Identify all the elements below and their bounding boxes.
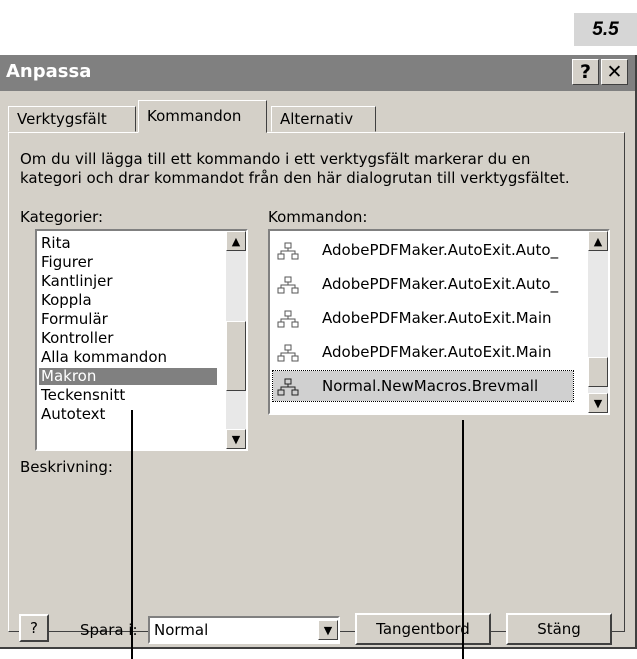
command-label: AdobePDFMaker.AutoExit.Auto_ [322,241,559,259]
scroll-up-icon[interactable]: ▲ [588,231,608,251]
scroll-up-icon[interactable]: ▲ [226,231,246,251]
macro-icon [277,276,299,294]
category-item[interactable]: Autotext [39,406,217,423]
close-dialog-button[interactable]: Stäng [506,613,612,645]
category-item[interactable]: Teckensnitt [39,387,217,404]
scroll-down-icon[interactable]: ▼ [588,393,608,413]
instructions-line-1: Om du vill lägga till ett kommando i ett… [20,150,531,168]
command-label: AdobePDFMaker.AutoExit.Main [322,309,552,327]
command-label: AdobePDFMaker.AutoExit.Main [322,343,552,361]
instructions-line-2: kategori och drar kommandot från den här… [20,169,570,187]
instructions-text: Om du vill lägga till ett kommando i ett… [20,150,570,188]
tab-commands[interactable]: Kommandon [138,100,267,133]
save-in-select[interactable]: Normal ▼ [148,616,340,644]
macro-icon [277,310,299,328]
command-item-selected[interactable]: Normal.NewMacros.Brevmall [272,370,574,402]
command-label: AdobePDFMaker.AutoExit.Auto_ [322,275,559,293]
help-icon[interactable]: ? [19,614,49,642]
categories-listbox[interactable]: Rita Figurer Kantlinjer Koppla Formulär … [35,229,248,451]
command-item[interactable]: AdobePDFMaker.AutoExit.Auto_ [273,235,573,265]
tab-toolbars-label: Verktygsfält [17,110,107,128]
category-item[interactable]: Rita [39,235,217,252]
chevron-down-icon[interactable]: ▼ [318,620,338,640]
save-in-value: Normal [154,621,209,639]
callout-line-command [462,420,464,659]
help-button[interactable]: ? [572,59,599,85]
save-in-label: Spara i: [80,621,138,639]
commands-scrollbar[interactable]: ▲ ▼ [588,231,608,413]
callout-line-category [131,410,133,659]
command-item[interactable]: AdobePDFMaker.AutoExit.Main [273,303,573,333]
tab-commands-label: Kommandon [147,107,242,125]
tab-toolbars[interactable]: Verktygsfält [8,106,136,132]
categories-scrollbar[interactable]: ▲ ▼ [226,231,246,449]
command-item[interactable]: AdobePDFMaker.AutoExit.Auto_ [273,269,573,299]
scroll-down-icon[interactable]: ▼ [226,429,246,449]
category-item[interactable]: Alla kommandon [39,349,217,366]
category-item-selected[interactable]: Makron [39,368,217,385]
scroll-thumb[interactable] [226,321,246,391]
macro-icon [277,242,299,260]
category-item[interactable]: Kontroller [39,330,217,347]
tab-options[interactable]: Alternativ [271,106,376,132]
tab-options-label: Alternativ [280,110,354,128]
description-label: Beskrivning: [20,458,113,476]
category-item[interactable]: Kantlinjer [39,273,217,290]
keyboard-button[interactable]: Tangentbord [355,613,491,645]
command-item[interactable]: AdobePDFMaker.AutoExit.Main [273,337,573,367]
macro-icon [277,378,299,396]
commands-label: Kommandon: [268,208,368,226]
macro-icon [277,344,299,362]
customize-dialog: Anpassa ? ✕ Verktygsfält Kommandon Alter… [0,55,637,649]
category-item[interactable]: Koppla [39,292,217,309]
scroll-thumb[interactable] [588,357,608,387]
commands-listbox[interactable]: AdobePDFMaker.AutoExit.Auto_ AdobePDFMak… [268,229,610,415]
category-item[interactable]: Formulär [39,311,217,328]
close-button[interactable]: ✕ [601,59,628,85]
command-label: Normal.NewMacros.Brevmall [322,377,539,395]
categories-label: Kategorier: [20,208,104,226]
section-badge: 5.5 [574,13,637,46]
window-title: Anpassa [6,61,92,82]
title-bar: Anpassa ? ✕ [0,55,635,91]
category-item[interactable]: Figurer [39,254,217,271]
